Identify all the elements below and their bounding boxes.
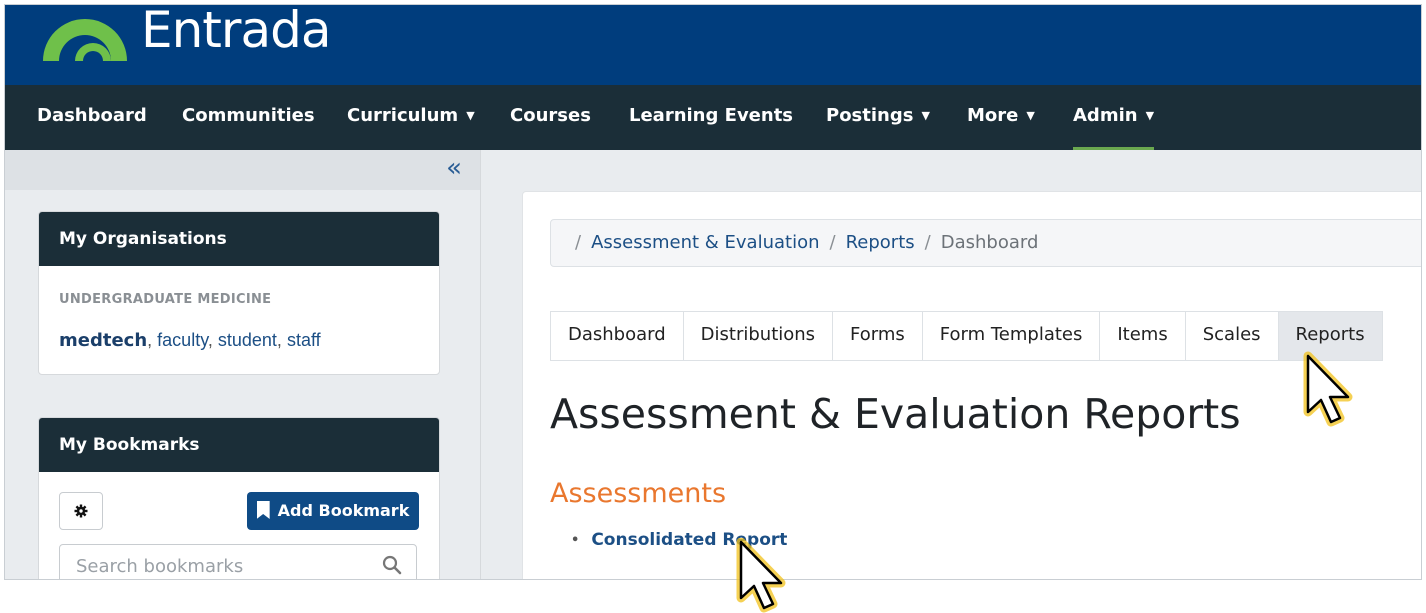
role-link-student[interactable]: student [218, 330, 277, 350]
organisation-roles: medtech, faculty, student, staff [59, 330, 321, 351]
bookmark-search [59, 544, 417, 579]
breadcrumb-reports[interactable]: Reports [846, 232, 915, 253]
caret-down-icon: ▼ [466, 109, 475, 122]
breadcrumb-separator: / [575, 232, 582, 253]
organisation-name: UNDERGRADUATE MEDICINE [59, 292, 272, 307]
nav-learning-events[interactable]: Learning Events [629, 85, 793, 150]
role-link-staff[interactable]: staff [287, 330, 321, 350]
tab-forms[interactable]: Forms [833, 312, 923, 360]
section-title-assessments: Assessments [550, 478, 727, 509]
nav-dashboard[interactable]: Dashboard [37, 85, 147, 150]
bookmark-settings-button[interactable] [59, 492, 103, 530]
my-organisations-panel: My Organisations UNDERGRADUATE MEDICINE … [38, 211, 440, 375]
main-nav: Dashboard Communities Curriculum ▼ Course… [5, 85, 1421, 150]
breadcrumb-separator: / [924, 232, 931, 253]
cursor-arrow-icon [1303, 351, 1353, 427]
add-bookmark-button[interactable]: Add Bookmark [247, 492, 419, 530]
tab-scales[interactable]: Scales [1185, 312, 1279, 360]
bookmark-icon [256, 501, 270, 519]
nav-admin[interactable]: Admin ▼ [1073, 85, 1155, 150]
page-title: Assessment & Evaluation Reports [550, 390, 1241, 438]
tab-form-templates[interactable]: Form Templates [922, 312, 1101, 360]
panel-title: My Bookmarks [39, 418, 439, 472]
entrada-logo-icon [43, 19, 127, 61]
bookmark-search-input[interactable] [74, 545, 378, 579]
nav-communities[interactable]: Communities [182, 85, 315, 150]
role-link-medtech[interactable]: medtech [59, 330, 147, 351]
cursor-arrow-icon [736, 538, 786, 613]
breadcrumb-assessment-evaluation[interactable]: Assessment & Evaluation [591, 232, 819, 253]
nav-curriculum[interactable]: Curriculum ▼ [347, 85, 475, 150]
nav-more[interactable]: More ▼ [967, 85, 1035, 150]
double-chevron-left-icon[interactable]: « [446, 152, 462, 184]
caret-down-icon: ▼ [1026, 109, 1035, 122]
app-window: Entrada Dashboard Communities Curriculum… [4, 4, 1422, 580]
tab-bar: Dashboard Distributions Forms Form Templ… [550, 311, 1383, 361]
tab-dashboard[interactable]: Dashboard [551, 312, 684, 360]
main-content: / Assessment & Evaluation / Reports / Dashboa… [522, 191, 1421, 579]
brand-bar: Entrada [5, 5, 1421, 85]
tab-items[interactable]: Items [1100, 312, 1186, 360]
sidebar: « My Organisations UNDERGRADUATE MEDICIN… [5, 150, 481, 579]
nav-postings[interactable]: Postings ▼ [826, 85, 930, 150]
breadcrumb-separator: / [829, 232, 836, 253]
gear-icon [74, 504, 88, 518]
caret-down-icon: ▼ [921, 109, 930, 122]
caret-down-icon: ▼ [1145, 109, 1155, 122]
search-icon[interactable] [382, 555, 402, 575]
breadcrumb-current: Dashboard [940, 232, 1039, 253]
nav-courses[interactable]: Courses [510, 85, 591, 150]
my-bookmarks-panel: My Bookmarks Add Bookmark [38, 417, 440, 579]
sidebar-collapse-strip: « [5, 150, 480, 190]
tab-distributions[interactable]: Distributions [683, 312, 834, 360]
breadcrumb: / Assessment & Evaluation / Reports / Dashboa… [550, 219, 1421, 267]
brand-name: Entrada [141, 4, 331, 59]
role-link-faculty[interactable]: faculty [157, 330, 208, 350]
panel-title: My Organisations [39, 212, 439, 266]
